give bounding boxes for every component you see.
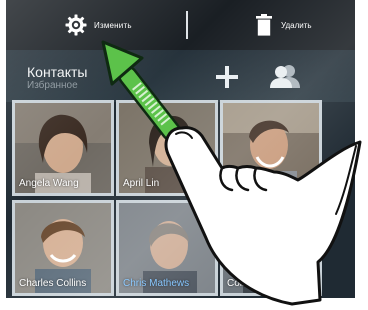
contact-name: Charles Collins [19, 278, 87, 289]
contact-name: April Lin [123, 178, 160, 189]
plus-icon[interactable] [214, 64, 240, 90]
contact-tile[interactable]: Chris Mathews [116, 200, 218, 296]
gear-icon [65, 14, 87, 36]
contact-name: Angela Wang [19, 178, 79, 189]
delete-label: Удалить [281, 20, 312, 30]
edit-label: Изменить [94, 20, 132, 30]
divider [186, 11, 188, 39]
trash-icon [256, 14, 272, 36]
edit-button[interactable]: Изменить [64, 12, 132, 38]
contact-tile[interactable]: April Lin [116, 100, 218, 196]
page-title: Контакты [27, 64, 88, 80]
contact-tile[interactable]: Angela Wang [12, 100, 114, 196]
page-subtitle: Избранное [27, 80, 78, 91]
phone-screen: Изменить Удалить Контакты Избранное Ange… [6, 0, 355, 298]
favorites-grid: Angela Wang April Lin Carter Charles Col… [12, 100, 355, 298]
delete-button[interactable]: Удалить [255, 12, 312, 38]
tutorial-illustration: Изменить Удалить Контакты Избранное Ange… [0, 0, 368, 310]
action-bar: Изменить Удалить [6, 0, 355, 50]
contact-tile[interactable]: Charles Collins [12, 200, 114, 296]
contact-tile[interactable]: Carter [220, 100, 322, 196]
contact-name: Carter [227, 178, 255, 189]
person-icon[interactable] [270, 63, 300, 89]
contact-name: Chris Mathews [123, 278, 190, 289]
contact-name: Colin Pu... [227, 278, 274, 289]
contact-tile[interactable]: Colin Pu... [220, 200, 322, 296]
